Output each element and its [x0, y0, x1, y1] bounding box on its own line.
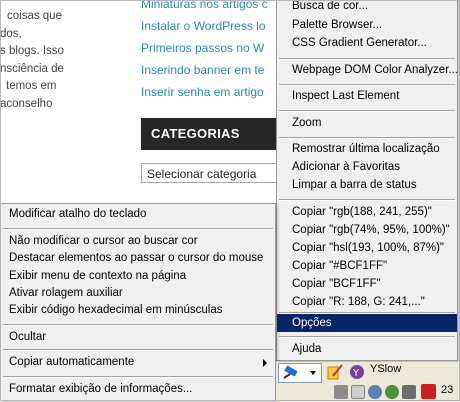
- image-frame: [0, 0, 460, 401]
